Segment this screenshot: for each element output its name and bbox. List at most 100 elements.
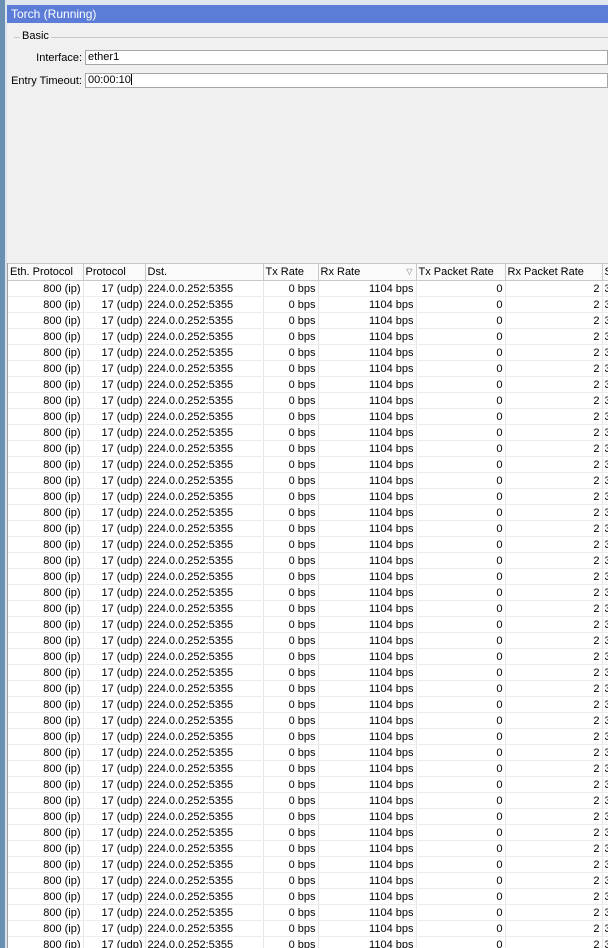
table-row[interactable]: 800 (ip) 17 (udp) 224.0.0.252:5355 0 bps 110… <box>8 328 608 345</box>
table-row[interactable]: 800 (ip) 17 (udp) 224.0.0.252:5355 0 bps 110… <box>8 824 608 841</box>
table-row[interactable]: 800 (ip) 17 (udp) 224.0.0.252:5355 0 bps 110… <box>8 392 608 409</box>
column-header-dst[interactable]: Dst. <box>145 263 264 281</box>
cell-rx-rate: 1104 bps <box>318 840 417 857</box>
table-row[interactable]: 800 (ip) 17 (udp) 224.0.0.252:5355 0 bps 110… <box>8 872 608 889</box>
cell-protocol: 17 (udp) <box>83 904 146 921</box>
table-row[interactable]: 800 (ip) 17 (udp) 224.0.0.252:5355 0 bps 110… <box>8 552 608 569</box>
table-row[interactable]: 800 (ip) 17 (udp) 224.0.0.252:5355 0 bps 110… <box>8 632 608 649</box>
cell-extra: 3 <box>602 568 608 585</box>
column-header-rx-rate[interactable]: Rx Rate ▽ <box>318 263 417 281</box>
cell-protocol: 17 (udp) <box>83 616 146 633</box>
cell-extra: 3 <box>602 328 608 345</box>
cell-tx-rate: 0 bps <box>263 808 319 825</box>
table-row[interactable]: 800 (ip) 17 (udp) 224.0.0.252:5355 0 bps 110… <box>8 376 608 393</box>
cell-protocol: 17 (udp) <box>83 664 146 681</box>
table-row[interactable]: 800 (ip) 17 (udp) 224.0.0.252:5355 0 bps 110… <box>8 584 608 601</box>
table-row[interactable]: 800 (ip) 17 (udp) 224.0.0.252:5355 0 bps 110… <box>8 568 608 585</box>
cell-eth-protocol: 800 (ip) <box>8 936 84 948</box>
table-row[interactable]: 800 (ip) 17 (udp) 224.0.0.252:5355 0 bps 110… <box>8 456 608 473</box>
cell-tx-packet-rate: 0 <box>416 872 506 889</box>
window-title-bar[interactable]: Torch (Running) <box>7 5 608 23</box>
table-row[interactable]: 800 (ip) 17 (udp) 224.0.0.252:5355 0 bps 110… <box>8 744 608 761</box>
column-header-protocol[interactable]: Protocol <box>83 263 146 281</box>
cell-tx-rate: 0 bps <box>263 584 319 601</box>
table-row[interactable]: 800 (ip) 17 (udp) 224.0.0.252:5355 0 bps 110… <box>8 728 608 745</box>
column-header-eth-protocol[interactable]: Eth. Protocol <box>8 263 84 281</box>
cell-rx-rate: 1104 bps <box>318 456 417 473</box>
cell-rx-packet-rate: 2 <box>505 616 603 633</box>
cell-dst: 224.0.0.252:5355 <box>145 344 264 361</box>
cell-tx-packet-rate: 0 <box>416 440 506 457</box>
table-row[interactable]: 800 (ip) 17 (udp) 224.0.0.252:5355 0 bps 110… <box>8 680 608 697</box>
cell-tx-packet-rate: 0 <box>416 360 506 377</box>
cell-tx-packet-rate: 0 <box>416 808 506 825</box>
table-row[interactable]: 800 (ip) 17 (udp) 224.0.0.252:5355 0 bps 110… <box>8 440 608 457</box>
cell-eth-protocol: 800 (ip) <box>8 680 84 697</box>
cell-rx-packet-rate: 2 <box>505 536 603 553</box>
table-row[interactable]: 800 (ip) 17 (udp) 224.0.0.252:5355 0 bps 110… <box>8 920 608 937</box>
cell-dst: 224.0.0.252:5355 <box>145 584 264 601</box>
cell-rx-packet-rate: 2 <box>505 632 603 649</box>
cell-extra: 3 <box>602 520 608 537</box>
table-row[interactable]: 800 (ip) 17 (udp) 224.0.0.252:5355 0 bps 110… <box>8 488 608 505</box>
column-header-tx-packet-rate[interactable]: Tx Packet Rate <box>416 263 506 281</box>
table-row[interactable]: 800 (ip) 17 (udp) 224.0.0.252:5355 0 bps 110… <box>8 648 608 665</box>
cell-tx-packet-rate: 0 <box>416 632 506 649</box>
table-row[interactable]: 800 (ip) 17 (udp) 224.0.0.252:5355 0 bps 110… <box>8 280 608 297</box>
cell-tx-packet-rate: 0 <box>416 408 506 425</box>
table-row[interactable]: 800 (ip) 17 (udp) 224.0.0.252:5355 0 bps 110… <box>8 888 608 905</box>
table-row[interactable]: 800 (ip) 17 (udp) 224.0.0.252:5355 0 bps 110… <box>8 312 608 329</box>
table-row[interactable]: 800 (ip) 17 (udp) 224.0.0.252:5355 0 bps 110… <box>8 408 608 425</box>
table-row[interactable]: 800 (ip) 17 (udp) 224.0.0.252:5355 0 bps 110… <box>8 344 608 361</box>
table-row[interactable]: 800 (ip) 17 (udp) 224.0.0.252:5355 0 bps 110… <box>8 424 608 441</box>
table-row[interactable]: 800 (ip) 17 (udp) 224.0.0.252:5355 0 bps 110… <box>8 856 608 873</box>
table-row[interactable]: 800 (ip) 17 (udp) 224.0.0.252:5355 0 bps 110… <box>8 808 608 825</box>
cell-rx-packet-rate: 2 <box>505 520 603 537</box>
cell-extra: 3 <box>602 408 608 425</box>
cell-tx-packet-rate: 0 <box>416 344 506 361</box>
cell-rx-rate: 1104 bps <box>318 696 417 713</box>
column-header-s[interactable]: S <box>602 263 608 281</box>
table-row[interactable]: 800 (ip) 17 (udp) 224.0.0.252:5355 0 bps 110… <box>8 840 608 857</box>
table-row[interactable]: 800 (ip) 17 (udp) 224.0.0.252:5355 0 bps 110… <box>8 760 608 777</box>
table-row[interactable]: 800 (ip) 17 (udp) 224.0.0.252:5355 0 bps 110… <box>8 520 608 537</box>
cell-eth-protocol: 800 (ip) <box>8 776 84 793</box>
cell-extra: 3 <box>602 888 608 905</box>
table-row[interactable]: 800 (ip) 17 (udp) 224.0.0.252:5355 0 bps 110… <box>8 696 608 713</box>
cell-rx-packet-rate: 2 <box>505 760 603 777</box>
column-header-rx-packet-rate[interactable]: Rx Packet Rate <box>505 263 603 281</box>
cell-tx-packet-rate: 0 <box>416 744 506 761</box>
table-row[interactable]: 800 (ip) 17 (udp) 224.0.0.252:5355 0 bps 110… <box>8 504 608 521</box>
table-row[interactable]: 800 (ip) 17 (udp) 224.0.0.252:5355 0 bps 110… <box>8 936 608 948</box>
entry-timeout-label: Entry Timeout: <box>11 75 82 87</box>
table-row[interactable]: 800 (ip) 17 (udp) 224.0.0.252:5355 0 bps 110… <box>8 600 608 617</box>
cell-eth-protocol: 800 (ip) <box>8 440 84 457</box>
table-row[interactable]: 800 (ip) 17 (udp) 224.0.0.252:5355 0 bps 110… <box>8 360 608 377</box>
table-row[interactable]: 800 (ip) 17 (udp) 224.0.0.252:5355 0 bps 110… <box>8 904 608 921</box>
cell-rx-rate: 1104 bps <box>318 744 417 761</box>
table-row[interactable]: 800 (ip) 17 (udp) 224.0.0.252:5355 0 bps 110… <box>8 664 608 681</box>
table-row[interactable]: 800 (ip) 17 (udp) 224.0.0.252:5355 0 bps 110… <box>8 296 608 313</box>
cell-eth-protocol: 800 (ip) <box>8 600 84 617</box>
table-row[interactable]: 800 (ip) 17 (udp) 224.0.0.252:5355 0 bps 110… <box>8 712 608 729</box>
column-header-tx-rate[interactable]: Tx Rate <box>263 263 319 281</box>
cell-extra: 3 <box>602 504 608 521</box>
table-row[interactable]: 800 (ip) 17 (udp) 224.0.0.252:5355 0 bps 110… <box>8 792 608 809</box>
table-row[interactable]: 800 (ip) 17 (udp) 224.0.0.252:5355 0 bps 110… <box>8 776 608 793</box>
cell-protocol: 17 (udp) <box>83 504 146 521</box>
cell-extra: 3 <box>602 824 608 841</box>
cell-dst: 224.0.0.252:5355 <box>145 408 264 425</box>
entry-timeout-field[interactable]: 00:00:10 <box>85 73 608 88</box>
cell-extra: 3 <box>602 664 608 681</box>
cell-rx-packet-rate: 2 <box>505 472 603 489</box>
cell-protocol: 17 (udp) <box>83 488 146 505</box>
table-row[interactable]: 800 (ip) 17 (udp) 224.0.0.252:5355 0 bps 110… <box>8 472 608 489</box>
table-row[interactable]: 800 (ip) 17 (udp) 224.0.0.252:5355 0 bps 110… <box>8 536 608 553</box>
cell-tx-rate: 0 bps <box>263 632 319 649</box>
table-row[interactable]: 800 (ip) 17 (udp) 224.0.0.252:5355 0 bps 110… <box>8 616 608 633</box>
interface-field[interactable]: ether1 <box>85 50 608 65</box>
cell-tx-rate: 0 bps <box>263 840 319 857</box>
cell-tx-rate: 0 bps <box>263 760 319 777</box>
cell-rx-rate: 1104 bps <box>318 488 417 505</box>
torch-results-table-container[interactable]: Eth. Protocol Protocol Dst. Tx Rate Rx R… <box>7 263 608 948</box>
